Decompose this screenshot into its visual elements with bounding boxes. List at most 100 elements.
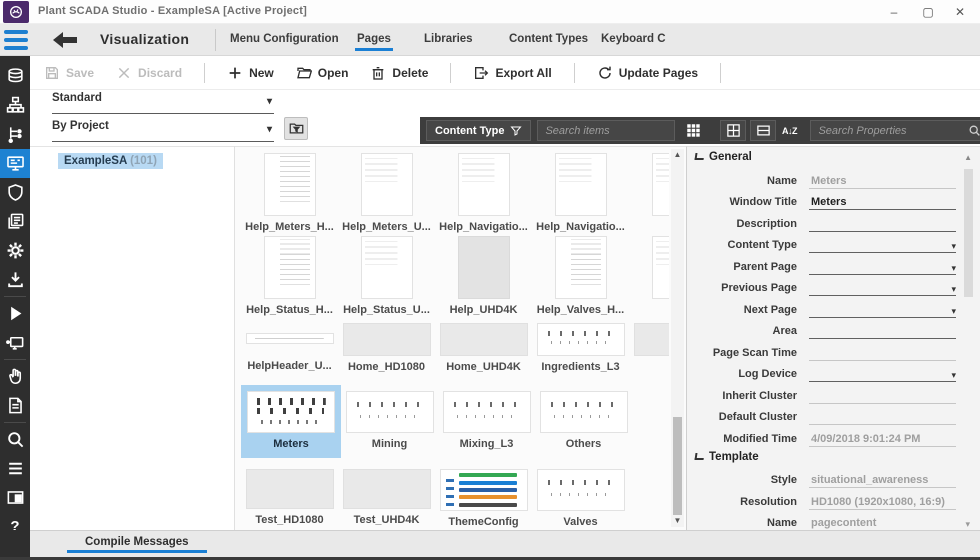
page-thumbnail[interactable]: Help_Navigatio... — [435, 153, 532, 233]
page-thumbnail[interactable]: H — [629, 153, 669, 233]
tab-libraries[interactable]: Libraries — [424, 33, 473, 45]
chevron-down-icon[interactable]: ▾ — [951, 368, 956, 382]
page-thumbnail[interactable]: Help_Navigatio... — [532, 153, 629, 233]
chevron-down-icon[interactable]: ▾ — [951, 304, 956, 318]
visualization-icon[interactable] — [0, 149, 30, 178]
deploy-download-icon[interactable] — [0, 265, 30, 294]
divider — [215, 29, 216, 51]
field-log-device[interactable]: ▾ — [809, 367, 956, 382]
sort-az-button[interactable]: A↓Z — [776, 120, 802, 141]
thumbnail-image — [246, 333, 334, 344]
tab-menu-configuration[interactable]: Menu Configuration — [230, 33, 339, 45]
chevron-down-icon[interactable]: ▾ — [951, 239, 956, 253]
save-button[interactable]: Save — [44, 65, 94, 81]
settings-gear-icon[interactable] — [0, 236, 30, 265]
page-thumbnail[interactable]: Help_UHD4K — [435, 236, 532, 316]
topology-icon[interactable] — [0, 120, 30, 149]
field-parent-page[interactable]: ▾ — [809, 260, 956, 275]
field-content-type[interactable]: ▾ — [809, 238, 956, 253]
tab-keyboard-commands[interactable]: Keyboard C — [601, 33, 666, 45]
window-layout-icon[interactable] — [0, 483, 30, 512]
search-icon[interactable] — [0, 425, 30, 454]
group-by-select[interactable]: By Project ▾ — [52, 120, 274, 142]
field-area[interactable] — [809, 324, 956, 339]
tab-pages[interactable]: Pages — [357, 33, 391, 45]
field-previous-page[interactable]: ▾ — [809, 281, 956, 296]
page-thumbnail[interactable]: Valves — [532, 469, 629, 528]
property-row: Inherit Cluster — [687, 382, 980, 404]
minimize-button[interactable]: – — [880, 2, 908, 22]
report-document-icon[interactable] — [0, 391, 30, 420]
plus-icon — [227, 65, 243, 81]
page-thumbnail[interactable]: Mining — [341, 385, 438, 458]
page-thumbnail[interactable]: Help_Status_U... — [338, 236, 435, 316]
page-thumbnail[interactable]: Home_UHD4K — [435, 323, 532, 373]
scroll-up-icon[interactable]: ▲ — [964, 153, 972, 162]
scrollbar-thumb[interactable] — [673, 417, 682, 515]
expand-all-button[interactable] — [720, 120, 746, 141]
page-thumbnail-selected[interactable]: Meters — [241, 385, 341, 458]
page-thumbnail[interactable]: Help_Valves_H... — [532, 236, 629, 316]
tree-item-examplesa[interactable]: ExampleSA (101) — [58, 153, 163, 169]
tab-content-types[interactable]: Content Types — [509, 33, 588, 45]
sitemap-icon[interactable] — [0, 91, 30, 120]
divider — [574, 63, 575, 83]
property-row: Window Title Meters — [687, 189, 980, 211]
run-play-icon[interactable] — [0, 299, 30, 328]
thumbnail-view-button[interactable] — [680, 120, 706, 141]
page-thumbnail[interactable]: Help_Meters_U... — [338, 153, 435, 233]
view-mode-select[interactable]: Standard ▾ — [52, 92, 274, 114]
security-shield-icon[interactable] — [0, 178, 30, 207]
chevron-down-icon[interactable]: ▾ — [951, 282, 956, 296]
field-next-page[interactable]: ▾ — [809, 303, 956, 318]
list-icon[interactable] — [0, 454, 30, 483]
new-button[interactable]: New — [227, 65, 274, 81]
page-thumbnail[interactable]: Ingredients_L3 — [532, 323, 629, 373]
field-inherit-cluster — [809, 389, 956, 404]
export-all-button[interactable]: Export All — [473, 65, 551, 81]
scroll-down-icon[interactable]: ▼ — [671, 515, 684, 527]
search-items-input[interactable] — [537, 120, 675, 141]
page-thumbnail[interactable]: Home_HD1080 — [338, 323, 435, 373]
pages-icon[interactable] — [0, 207, 30, 236]
discard-button[interactable]: Discard — [116, 65, 182, 81]
hamburger-menu-icon[interactable] — [4, 30, 28, 50]
content-type-filter-button[interactable]: Content Type — [426, 120, 531, 141]
gesture-hand-icon[interactable] — [0, 362, 30, 391]
runtime-monitor-icon[interactable] — [0, 328, 30, 357]
page-thumbnail[interactable]: Mixing_L3 — [438, 385, 535, 458]
page-thumbnail[interactable]: ThemeConfig — [435, 469, 532, 528]
maximize-button[interactable]: ▢ — [914, 2, 942, 22]
database-icon[interactable] — [0, 62, 30, 91]
page-thumbnail[interactable]: Test_HD1080 — [241, 469, 338, 528]
collapse-icon — [695, 153, 703, 161]
back-arrow-icon[interactable] — [52, 30, 78, 50]
grid-scrollbar[interactable]: ▲ ▼ — [671, 149, 684, 527]
chevron-down-icon[interactable]: ▾ — [951, 261, 956, 275]
close-button[interactable]: ✕ — [946, 2, 974, 22]
chevron-down-icon[interactable]: ▾ — [965, 517, 970, 531]
page-thumbnail[interactable]: Help_Status_H... — [241, 236, 338, 316]
section-general[interactable]: General — [687, 147, 980, 167]
page-thumbnail[interactable]: Help_Meters_H... — [241, 153, 338, 233]
delete-button[interactable]: Delete — [370, 65, 428, 81]
page-thumbnail[interactable]: M — [629, 323, 669, 373]
section-template[interactable]: Template — [687, 447, 980, 467]
collapse-all-button[interactable] — [750, 120, 776, 141]
page-thumbnail[interactable]: Test_UHD4K — [338, 469, 435, 528]
compile-messages-tab[interactable]: Compile Messages — [85, 536, 189, 548]
scroll-up-icon[interactable]: ▲ — [671, 149, 684, 161]
folder-filter-button[interactable] — [284, 117, 308, 140]
field-description[interactable] — [809, 217, 956, 232]
update-pages-button[interactable]: Update Pages — [597, 65, 698, 81]
thumbnail-image — [634, 323, 670, 356]
page-thumbnail[interactable]: H — [629, 236, 669, 316]
scrollbar-thumb[interactable] — [964, 169, 973, 297]
page-thumbnail[interactable]: Others — [535, 385, 632, 458]
page-thumbnail[interactable] — [629, 469, 669, 528]
page-thumbnail[interactable]: HelpHeader_U... — [241, 323, 338, 373]
search-properties-input[interactable] — [810, 120, 980, 141]
field-window-title[interactable]: Meters — [809, 195, 956, 210]
open-button[interactable]: Open — [296, 65, 349, 81]
filter-funnel-icon — [510, 125, 522, 137]
